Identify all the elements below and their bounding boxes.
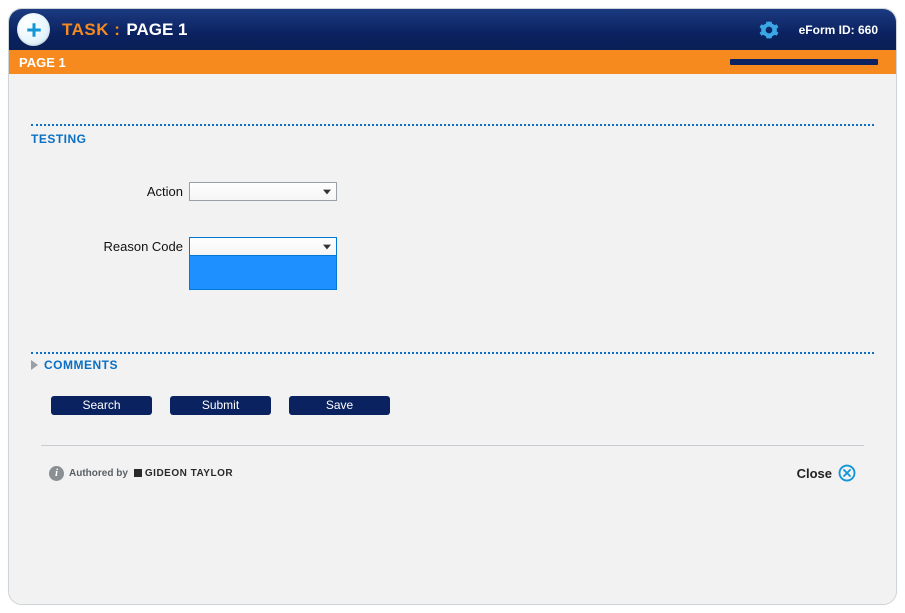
task-label: TASK : [62, 20, 120, 40]
progress-bar [730, 59, 878, 65]
close-button[interactable]: Close [797, 464, 856, 482]
title-bar: TASK : PAGE 1 eForm ID: 660 [9, 9, 896, 50]
close-label: Close [797, 466, 832, 481]
reason-code-label: Reason Code [31, 239, 189, 254]
brand-logo: GIDEON TAYLOR [134, 468, 233, 479]
eform-id-label: eForm ID: [799, 23, 855, 37]
section-comments-label: COMMENTS [44, 358, 118, 372]
button-row: Search Submit Save [31, 396, 874, 445]
info-icon: i [49, 466, 64, 481]
search-button[interactable]: Search [51, 396, 152, 415]
footer: i Authored by GIDEON TAYLOR Close [31, 464, 874, 482]
eform-id: eForm ID: 660 [799, 23, 878, 37]
sub-header: PAGE 1 [9, 50, 896, 74]
content-area: TESTING Action Reason Code [9, 74, 896, 604]
reason-code-select[interactable] [189, 237, 337, 256]
close-icon [838, 464, 856, 482]
gear-icon[interactable] [759, 20, 779, 40]
field-reason-code: Reason Code [31, 237, 874, 256]
reason-code-dropdown[interactable] [189, 256, 337, 290]
add-button[interactable] [17, 13, 50, 46]
submit-button[interactable]: Submit [170, 396, 271, 415]
brand-mark-icon [134, 469, 142, 477]
app-window: TASK : PAGE 1 eForm ID: 660 PAGE 1 TESTI… [8, 8, 897, 605]
eform-id-value: 660 [858, 23, 878, 37]
plus-icon [25, 21, 43, 39]
save-button[interactable]: Save [289, 396, 390, 415]
chevron-down-icon [320, 240, 334, 253]
comments-toggle[interactable]: COMMENTS [31, 354, 874, 396]
section-testing-label: TESTING [31, 126, 874, 146]
field-action: Action [31, 182, 874, 201]
form-area: Action Reason Code [31, 146, 874, 352]
sub-header-title: PAGE 1 [19, 55, 66, 70]
expand-icon [31, 360, 38, 370]
page-title: PAGE 1 [126, 20, 187, 40]
chevron-down-icon [320, 185, 334, 198]
action-label: Action [31, 184, 189, 199]
authored-by-label: Authored by [69, 468, 128, 479]
footer-rule [41, 445, 864, 446]
brand-name: GIDEON TAYLOR [145, 468, 233, 479]
action-select[interactable] [189, 182, 337, 201]
